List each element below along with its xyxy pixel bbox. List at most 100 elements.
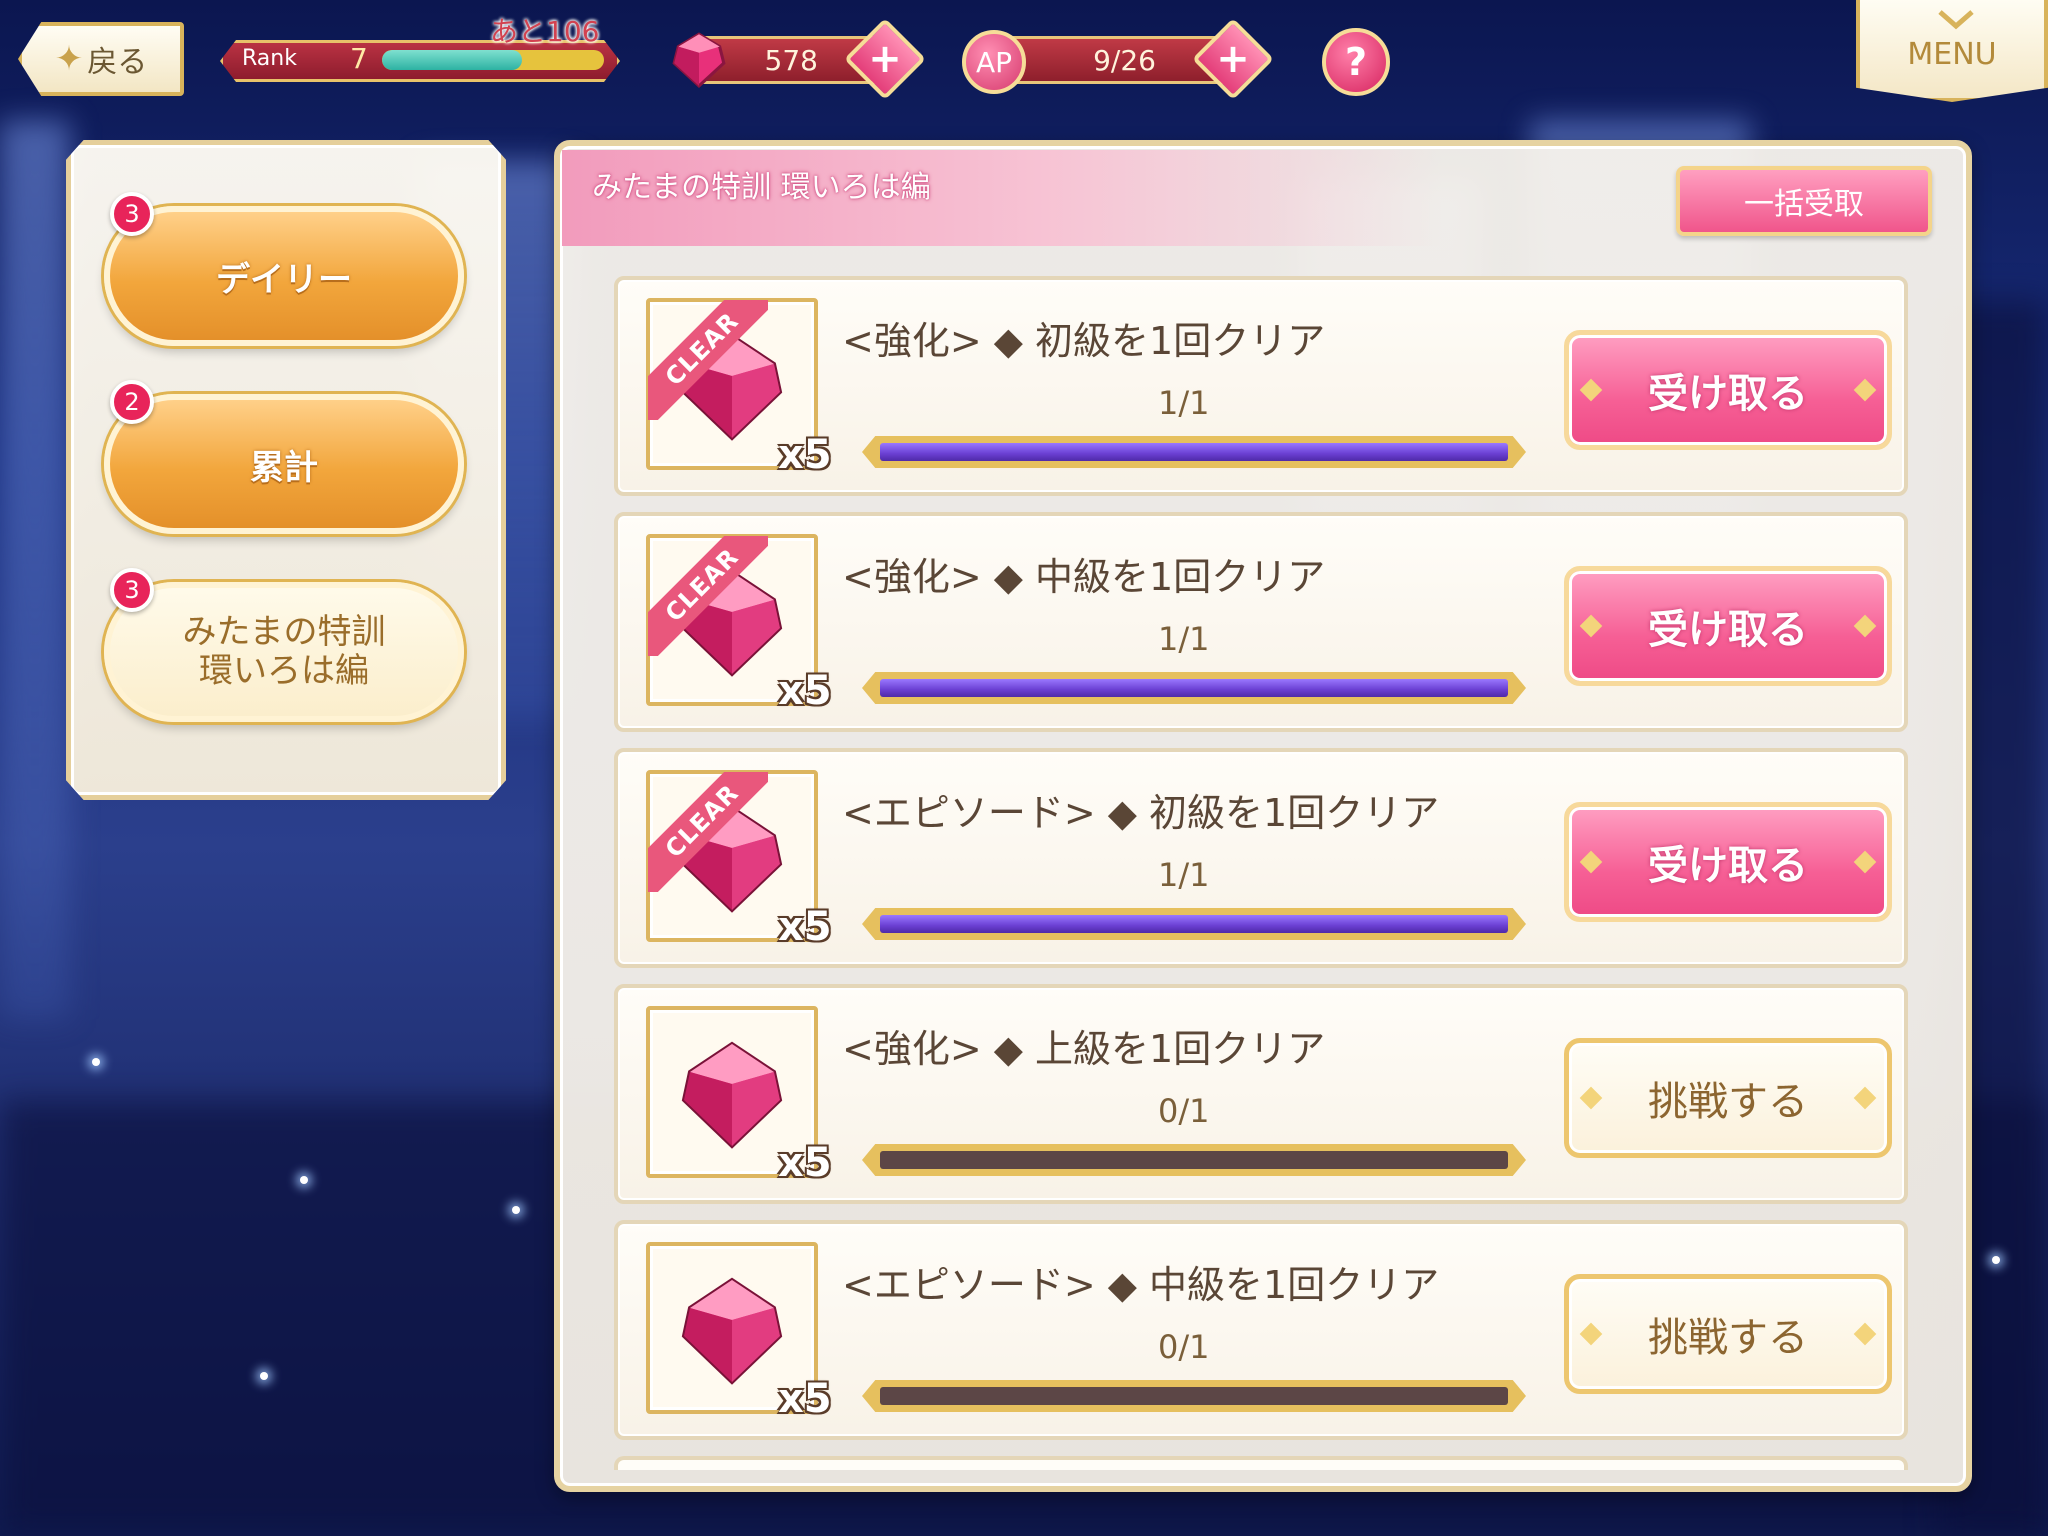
clear-label: CLEAR xyxy=(648,536,768,656)
ap-count: 9/26 xyxy=(1093,43,1156,77)
clear-label: CLEAR xyxy=(648,772,768,892)
ornament-icon xyxy=(1853,850,1877,874)
clear-label: CLEAR xyxy=(648,300,768,420)
sparkle-icon xyxy=(512,1206,520,1214)
claim-reward-button[interactable]: 受け取る xyxy=(1564,330,1892,450)
action-label: 受け取る xyxy=(1648,607,1808,653)
ornament-icon xyxy=(1579,1322,1603,1346)
ap-icon: AP xyxy=(962,30,1026,94)
progress-fill xyxy=(880,443,1508,461)
ornament-icon xyxy=(1853,378,1877,402)
mission-description: <エピソード> ◆ 中級を1回クリア xyxy=(842,1263,1440,1307)
tab-label: デイリー xyxy=(216,259,352,300)
rank-remaining: あと106 xyxy=(490,15,600,48)
progress-track xyxy=(880,1151,1508,1169)
tab-cumulative-badge: 2 xyxy=(110,380,154,424)
reward-quantity: x5 xyxy=(778,1376,832,1422)
challenge-button[interactable]: 挑戦する xyxy=(1564,1038,1892,1158)
mission-progress-bar xyxy=(862,1380,1526,1412)
plus-icon: + xyxy=(868,36,902,82)
mission-progress-text: 0/1 xyxy=(1158,1328,1210,1366)
gem-icon xyxy=(681,1041,783,1149)
mission-description: <強化> ◆ 中級を1回クリア xyxy=(842,555,1326,599)
ornament-icon xyxy=(1579,1086,1603,1110)
action-label: 受け取る xyxy=(1648,371,1808,417)
mission-progress-text: 0/1 xyxy=(1158,1092,1210,1130)
tab-cumulative[interactable]: 累計 xyxy=(104,394,464,534)
tab-label: 累計 xyxy=(250,447,318,488)
bulk-claim-label: 一括受取 xyxy=(1744,187,1864,222)
tab-label-line1: みたまの特訓 xyxy=(182,611,386,652)
reward-quantity: x5 xyxy=(778,668,832,714)
bulk-claim-button[interactable]: 一括受取 xyxy=(1676,166,1932,236)
chevron-down-icon xyxy=(1938,10,1974,30)
ornament-icon xyxy=(1853,1086,1877,1110)
mission-row: CLEAR x5 <強化> ◆ 初級を1回クリア 1/1 受け取る xyxy=(614,276,1908,496)
tab-label-line2: 環いろは編 xyxy=(198,651,369,691)
ornament-icon xyxy=(1579,378,1603,402)
mission-progress-text: 1/1 xyxy=(1158,856,1210,894)
action-label: 挑戦する xyxy=(1648,1315,1808,1361)
ornament-icon xyxy=(1853,614,1877,638)
tab-daily[interactable]: デイリー xyxy=(104,206,464,346)
action-label: 挑戦する xyxy=(1648,1079,1808,1125)
mission-progress-bar xyxy=(862,908,1526,940)
reward-quantity: x5 xyxy=(778,904,832,950)
tab-daily-badge: 3 xyxy=(110,192,154,236)
progress-track xyxy=(880,915,1508,933)
list-item xyxy=(614,1456,1908,1470)
reward-quantity: x5 xyxy=(778,432,832,478)
mission-row: x5 <強化> ◆ 上級を1回クリア 0/1 挑戦する xyxy=(614,984,1908,1204)
mission-progress-bar xyxy=(862,436,1526,468)
panel-title: みたまの特訓 環いろは編 xyxy=(592,170,931,205)
progress-fill xyxy=(880,679,1508,697)
clear-ribbon: CLEAR xyxy=(648,536,768,656)
mission-progress-bar xyxy=(862,672,1526,704)
challenge-button[interactable]: 挑戦する xyxy=(1564,1274,1892,1394)
tab-mitama-badge: 3 xyxy=(110,568,154,612)
ornament-icon xyxy=(1579,850,1603,874)
plus-icon: + xyxy=(1216,36,1250,82)
menu-label: MENU xyxy=(1907,37,1997,72)
rank-label: Rank xyxy=(242,46,297,71)
ap-label: AP xyxy=(975,45,1013,79)
ornament-icon xyxy=(1853,1322,1877,1346)
rank-value: 7 xyxy=(350,42,368,75)
tab-mitama-training[interactable]: みたまの特訓 環いろは編 xyxy=(104,582,464,722)
mission-progress-bar xyxy=(862,1144,1526,1176)
clear-ribbon: CLEAR xyxy=(648,772,768,892)
sparkle-icon xyxy=(300,1176,308,1184)
gem-count: 578 xyxy=(764,43,818,77)
claim-reward-button[interactable]: 受け取る xyxy=(1564,802,1892,922)
ornament-icon xyxy=(1579,614,1603,638)
progress-fill xyxy=(880,915,1508,933)
clear-ribbon: CLEAR xyxy=(648,300,768,420)
help-button[interactable]: ? xyxy=(1322,28,1390,96)
progress-track xyxy=(880,443,1508,461)
mission-description: <エピソード> ◆ 初級を1回クリア xyxy=(842,791,1440,835)
progress-track xyxy=(880,1387,1508,1405)
back-label: 戻る xyxy=(87,45,148,80)
back-button[interactable]: ✦ 戻る xyxy=(18,22,184,96)
rank-exp-bar xyxy=(382,50,604,70)
reward-quantity: x5 xyxy=(778,1140,832,1186)
mission-row: CLEAR x5 <強化> ◆ 中級を1回クリア 1/1 受け取る xyxy=(614,512,1908,732)
mission-description: <強化> ◆ 初級を1回クリア xyxy=(842,319,1326,363)
menu-button[interactable]: MENU xyxy=(1856,0,2048,102)
rank-exp-fill xyxy=(382,50,522,70)
sparkle-icon xyxy=(92,1058,100,1066)
progress-track xyxy=(880,679,1508,697)
sparkle-icon: ✦ xyxy=(54,39,84,79)
mission-description: <強化> ◆ 上級を1回クリア xyxy=(842,1027,1326,1071)
gem-icon xyxy=(672,32,726,88)
mission-row: CLEAR x5 <エピソード> ◆ 初級を1回クリア 1/1 受け取る xyxy=(614,748,1908,968)
mission-progress-text: 1/1 xyxy=(1158,620,1210,658)
gem-icon xyxy=(681,1277,783,1385)
mission-row: x5 <エピソード> ◆ 中級を1回クリア 0/1 挑戦する xyxy=(614,1220,1908,1440)
question-icon: ? xyxy=(1344,40,1368,84)
mission-progress-text: 1/1 xyxy=(1158,384,1210,422)
claim-reward-button[interactable]: 受け取る xyxy=(1564,566,1892,686)
action-label: 受け取る xyxy=(1648,843,1808,889)
sparkle-icon xyxy=(260,1372,268,1380)
sparkle-icon xyxy=(1992,1256,2000,1264)
